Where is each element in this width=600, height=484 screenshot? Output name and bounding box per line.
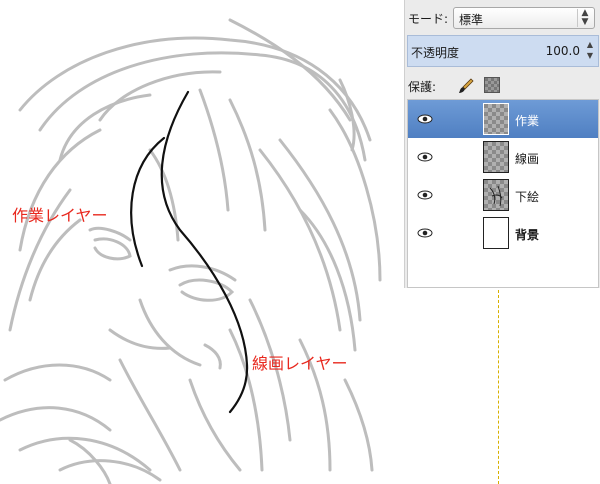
eye-icon[interactable] (417, 189, 433, 201)
mode-select-value: 標準 (459, 13, 484, 27)
layer-item-sketch[interactable]: 下絵 (408, 176, 598, 214)
protect-label: 保護: (408, 80, 437, 94)
mode-select[interactable]: 標準 ▲ ▼ (453, 7, 595, 29)
opacity-value: 100.0 (545, 44, 580, 58)
layer-item-background[interactable]: 背景 (408, 214, 598, 252)
opacity-spin-icon[interactable]: ▲ ▼ (584, 39, 596, 63)
layer-item-lineart[interactable]: 線画 (408, 138, 598, 176)
opacity-slider[interactable]: 不透明度 100.0 ▲ ▼ (407, 35, 599, 67)
eye-icon[interactable] (417, 113, 433, 125)
protect-row: 保護: (405, 73, 600, 97)
layer-item-work[interactable]: 作業 (408, 100, 598, 138)
canvas-boundary-guide (498, 290, 499, 484)
mode-row: モード: 標準 ▲ ▼ (405, 4, 600, 30)
layer-name: 作業 (515, 114, 540, 128)
eye-icon[interactable] (417, 151, 433, 163)
layers-panel: モード: 標準 ▲ ▼ 不透明度 100.0 ▲ ▼ 保護: 作業 線画 下絵 … (404, 0, 600, 288)
layer-name: 背景 (515, 228, 540, 242)
layer-list: 作業 線画 下絵 背景 (407, 99, 599, 288)
lock-pixels-brush-icon[interactable] (457, 77, 475, 95)
layer-thumbnail (483, 217, 509, 249)
annotation-line-layer: 線画レイヤー (252, 354, 348, 373)
layer-thumbnail (483, 179, 509, 211)
layer-thumbnail (483, 141, 509, 173)
layer-name: 線画 (515, 152, 540, 166)
opacity-label: 不透明度 (411, 46, 460, 60)
layer-name: 下絵 (515, 190, 540, 204)
annotation-work-layer: 作業レイヤー (12, 206, 108, 225)
rough-sketch (0, 18, 382, 484)
chevron-updown-icon: ▲ ▼ (577, 9, 592, 27)
eye-icon[interactable] (417, 227, 433, 239)
layer-thumbnail (483, 103, 509, 135)
line-art-strokes (130, 90, 249, 414)
lock-alpha-icon[interactable] (484, 77, 500, 93)
sketch-thumbnail-icon (489, 185, 503, 207)
mode-label: モード: (408, 12, 449, 26)
